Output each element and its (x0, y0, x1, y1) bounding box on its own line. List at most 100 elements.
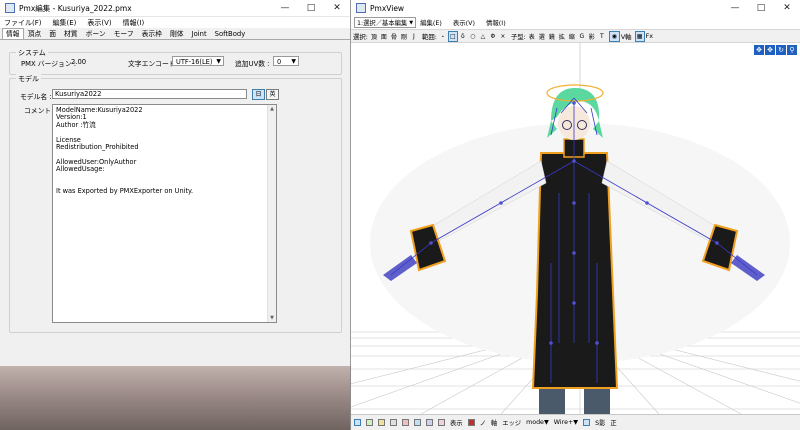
scroll-down-icon[interactable]: ▼ (268, 314, 276, 322)
shadow-toggle[interactable]: S影 (595, 418, 605, 427)
close-icon[interactable]: ✕ (774, 0, 800, 16)
comment-scrollbar[interactable]: ▲ ▼ (267, 105, 276, 322)
range-phi-button[interactable]: Φ (489, 32, 497, 41)
status-toggle[interactable] (438, 419, 445, 426)
mode-select[interactable]: 1:選択／基本編集 ▼ (354, 17, 417, 28)
tab-face[interactable]: 面 (45, 28, 60, 39)
kp-button[interactable]: T (598, 32, 606, 41)
select-face-button[interactable]: 面 (380, 32, 388, 41)
fx-button[interactable]: Fx (646, 32, 653, 40)
view-status-bar: 表示 ノ 軸 エッジ mode ▼ Wire+ ▼ S影 正 (351, 414, 800, 430)
front-view-button[interactable]: 正 (610, 418, 616, 427)
select-vertex-button[interactable]: 頂 (370, 32, 378, 41)
view-window-title: PmxView (370, 3, 405, 13)
chevron-down-icon: ▼ (291, 58, 296, 65)
range-point-button[interactable]: ・ (439, 32, 447, 41)
tab-material[interactable]: 材質 (60, 28, 82, 39)
view-menu-info[interactable]: 情報(I) (486, 18, 506, 27)
select-joint-button[interactable]: J (410, 32, 418, 41)
encoding-select[interactable]: UTF-16(LE) ▼ (172, 56, 224, 66)
view-menu-edit[interactable]: 編集(E) (420, 18, 442, 27)
status-show[interactable]: 表示 (450, 418, 463, 427)
wire-dropdown[interactable]: Wire+ ▼ (554, 419, 578, 426)
menu-view[interactable]: 表示(V) (87, 18, 111, 28)
range-circle-button[interactable]: ○ (469, 32, 477, 41)
range-rect-button[interactable]: □ (447, 30, 458, 42)
lang-en-button[interactable]: 英 (266, 89, 279, 100)
pmx-view-window: PmxView — □ ✕ 1:選択／基本編集 ▼ 編集(E) 表示(V) 情報… (351, 0, 800, 430)
kp-button[interactable]: 縮 (568, 32, 576, 41)
v-axis-button[interactable]: V軸 (621, 32, 632, 41)
status-toggle[interactable] (414, 419, 421, 426)
pan-icon[interactable]: ✥ (765, 45, 775, 55)
mode-select-value: 1:選択／基本編集 (357, 20, 408, 27)
3d-viewport[interactable] (351, 43, 800, 414)
kp-button[interactable]: 表 (528, 32, 536, 41)
comment-line: It was Exported by PMXExporter on Unity. (56, 187, 194, 196)
view-menu-view[interactable]: 表示(V) (453, 18, 475, 27)
range-x-button[interactable]: × (499, 32, 507, 41)
tab-softbody[interactable]: SoftBody (211, 28, 250, 39)
range-delta-button[interactable]: δ (459, 32, 467, 41)
comment-line (56, 174, 273, 181)
status-axis[interactable]: 軸 (491, 418, 497, 427)
close-icon[interactable]: ✕ (324, 0, 350, 16)
kp-button[interactable]: 選 (538, 32, 546, 41)
view-menu-bar: 1:選択／基本編集 ▼ 編集(E) 表示(V) 情報(I) (351, 16, 800, 30)
tab-strip: 情報 頂点 面 材質 ボーン モーフ 表示枠 剛体 Joint SoftBody (0, 28, 350, 40)
model-name-input[interactable]: Kusuriya2022 (52, 89, 247, 99)
tab-info[interactable]: 情報 (2, 28, 24, 39)
lang-ja-button[interactable]: 日 (252, 89, 265, 100)
maximize-icon[interactable]: □ (298, 0, 324, 16)
desktop-background (0, 366, 350, 430)
tab-vertex[interactable]: 頂点 (24, 28, 46, 39)
pmx-version-label: PMX バージョン : (21, 60, 77, 68)
mode-label: mode (526, 419, 544, 426)
status-toggle[interactable] (354, 419, 361, 426)
status-toggle[interactable] (366, 419, 373, 426)
uv-count-label: 追加UV数 : (235, 60, 270, 68)
menu-bar: ファイル(F) 編集(E) 表示(V) 情報(I) (0, 17, 350, 28)
comment-textarea[interactable]: ModelName:Kusuriya2022 Version:1 Author … (52, 104, 277, 323)
menu-file[interactable]: ファイル(F) (4, 18, 42, 28)
maximize-icon[interactable]: □ (748, 0, 774, 16)
status-edge[interactable]: エッジ (502, 418, 521, 427)
tab-morph[interactable]: モーフ (110, 28, 138, 39)
status-no[interactable]: ノ (480, 418, 486, 427)
uv-count-select[interactable]: 0 ▼ (273, 56, 299, 66)
status-toggle[interactable] (583, 419, 591, 426)
status-toggle[interactable] (426, 419, 433, 426)
app-icon (356, 3, 366, 13)
kp-button[interactable]: G (578, 32, 586, 41)
status-color-icon[interactable] (467, 419, 475, 426)
comment-label: コメント : (24, 107, 56, 115)
grid-icon[interactable]: ▦ (634, 30, 645, 42)
encoding-select-value: UTF-16(LE) (176, 58, 213, 66)
move-icon[interactable]: ✥ (754, 45, 764, 55)
menu-info[interactable]: 情報(I) (123, 18, 145, 28)
view-title-bar: PmxView — □ ✕ (351, 0, 800, 17)
tab-rigid-body[interactable]: 剛体 (166, 28, 188, 39)
zoom-icon[interactable]: ⚲ (787, 45, 797, 55)
kp-button[interactable]: 影 (588, 32, 596, 41)
comment-line: ModelName:Kusuriya2022 (56, 106, 143, 114)
tab-display-frame[interactable]: 表示枠 (138, 28, 166, 39)
status-toggle[interactable] (378, 419, 385, 426)
globe-icon[interactable]: ◉ (608, 30, 620, 42)
menu-edit[interactable]: 編集(E) (53, 18, 77, 28)
status-toggle[interactable] (390, 419, 397, 426)
minimize-icon[interactable]: — (272, 0, 298, 16)
kp-button[interactable]: 鏡 (548, 32, 556, 41)
tab-bone[interactable]: ボーン (82, 28, 110, 39)
minimize-icon[interactable]: — (722, 0, 748, 16)
mode-dropdown[interactable]: mode ▼ (526, 419, 549, 426)
select-bone-button[interactable]: 骨 (390, 32, 398, 41)
kp-button[interactable]: 拡 (558, 32, 566, 41)
tab-joint[interactable]: Joint (188, 28, 211, 39)
rotate-icon[interactable]: ↻ (776, 45, 786, 55)
scroll-up-icon[interactable]: ▲ (268, 105, 276, 113)
chevron-down-icon: ▼ (216, 58, 221, 65)
status-toggle[interactable] (402, 419, 409, 426)
range-triangle-button[interactable]: △ (479, 32, 487, 41)
select-rigid-button[interactable]: 剛 (400, 32, 408, 41)
